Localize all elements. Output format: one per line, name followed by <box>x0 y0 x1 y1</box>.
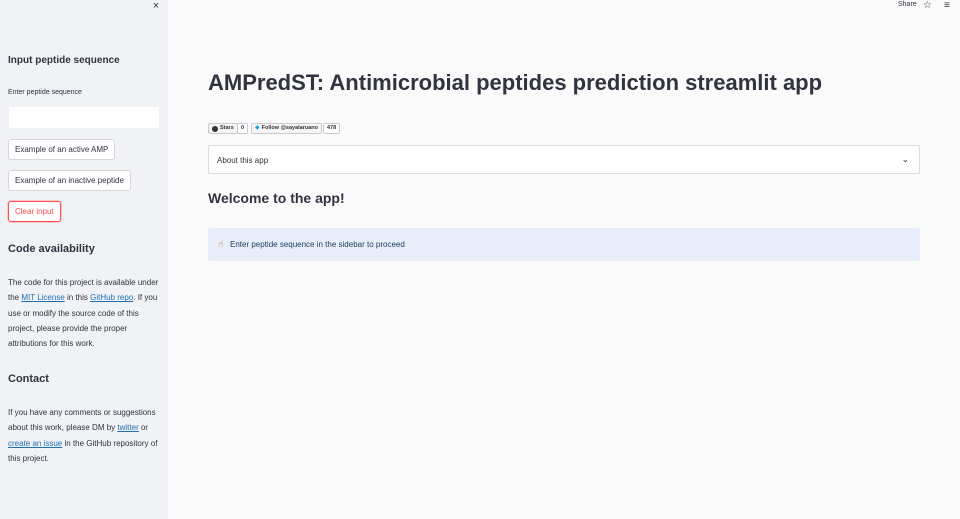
github-icon <box>212 125 218 132</box>
github-badge-label: Stars <box>209 124 237 133</box>
example-inactive-peptide-button[interactable]: Example of an inactive peptide <box>8 170 131 191</box>
info-text: Enter peptide sequence in the sidebar to… <box>230 240 405 249</box>
twitter-count: 478 <box>324 124 340 133</box>
github-stars-count-badge[interactable]: 0 <box>237 123 249 134</box>
input-heading: Input peptide sequence <box>8 55 120 66</box>
create-issue-link[interactable]: create an issue <box>8 439 62 448</box>
contact-text-part: or <box>138 423 149 433</box>
stars-label: Stars <box>220 125 234 131</box>
github-stars-badge[interactable]: Stars <box>208 123 238 134</box>
share-button[interactable]: Share <box>898 1 917 8</box>
example-active-amp-button[interactable]: Example of an active AMP <box>8 139 116 160</box>
page-title: AMPredST: Antimicrobial peptides predict… <box>208 70 823 95</box>
peptide-sequence-input[interactable] <box>8 106 160 129</box>
github-repo-link[interactable]: GitHub repo <box>90 293 133 302</box>
mit-license-link[interactable]: MIT License <box>21 293 64 302</box>
chevron-down-icon: ⌄ <box>901 154 909 164</box>
info-alert: ☝ Enter peptide sequence in the sidebar … <box>208 228 920 261</box>
twitter-follow-badge[interactable]: ◆ Follow @sayalaruano <box>251 123 323 134</box>
twitter-icon: ◆ <box>255 125 260 131</box>
menu-icon[interactable]: ≡ <box>944 0 950 11</box>
code-availability-heading: Code availability <box>8 243 95 255</box>
sidebar: × Input peptide sequence Enter peptide s… <box>0 0 168 519</box>
twitter-follow-label: Follow @sayalaruano <box>261 125 319 131</box>
twitter-link[interactable]: twitter <box>117 423 138 432</box>
code-text-part: in this <box>64 293 91 303</box>
contact-text: If you have any comments or suggestions … <box>8 405 162 466</box>
welcome-heading: Welcome to the app! <box>208 190 345 206</box>
clear-input-button[interactable]: Clear input <box>8 201 61 222</box>
twitter-badge-label: ◆ Follow @sayalaruano <box>252 124 321 133</box>
expander-label: About this app <box>217 156 269 165</box>
input-label: Enter peptide sequence <box>8 89 82 96</box>
pointing-hand-icon: ☝ <box>218 239 224 249</box>
contact-heading: Contact <box>8 373 49 385</box>
twitter-count-badge[interactable]: 478 <box>323 123 341 134</box>
close-icon[interactable]: × <box>150 0 162 12</box>
code-availability-text: The code for this project is available u… <box>8 275 162 351</box>
about-expander[interactable]: About this app ⌄ <box>208 145 920 174</box>
stars-count: 0 <box>238 124 248 133</box>
star-icon[interactable]: ☆ <box>923 0 932 11</box>
